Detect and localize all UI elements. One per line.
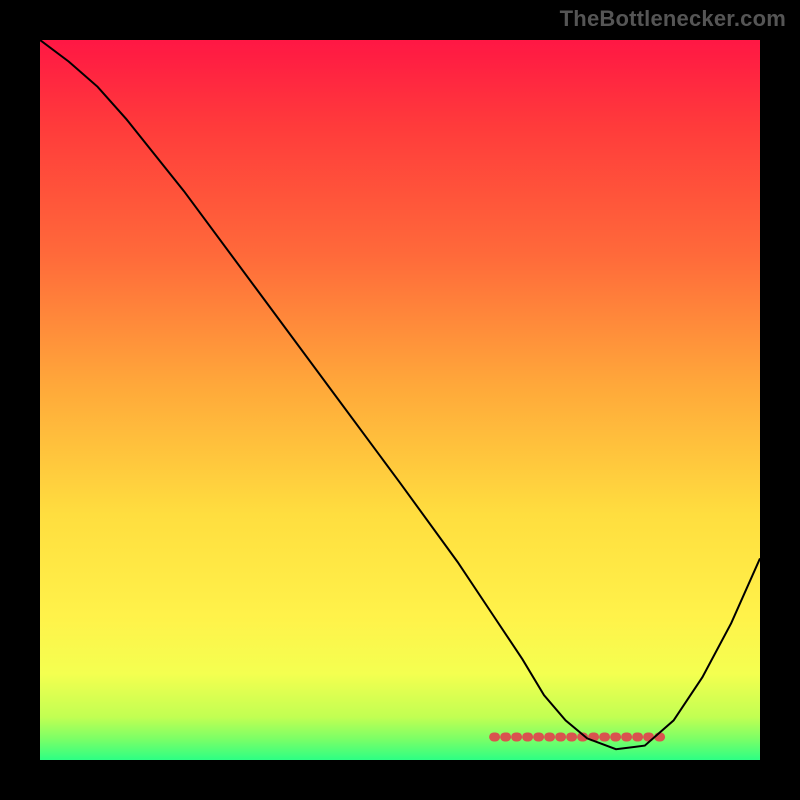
- gradient-background: [40, 40, 760, 760]
- watermark-text: TheBottlenecker.com: [560, 6, 786, 32]
- plot-svg: [40, 40, 760, 760]
- chart-frame: TheBottlenecker.com: [0, 0, 800, 800]
- plot-area: [40, 40, 760, 760]
